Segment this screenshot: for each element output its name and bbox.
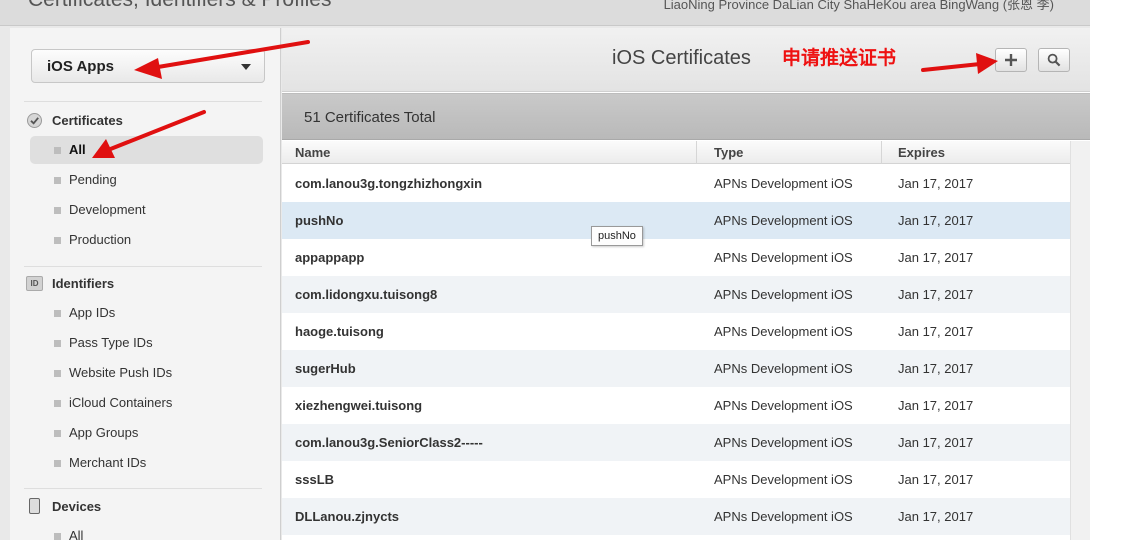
- sidebar-item-label: iCloud Containers: [69, 395, 173, 410]
- table-row[interactable]: com.lanou3g.SeniorClass2----- APNs Develo…: [282, 424, 1070, 461]
- cell-type: APNs Development iOS: [714, 509, 853, 524]
- top-header: Certificates, Identifiers & Profiles Lia…: [0, 0, 1090, 26]
- id-badge-icon: ID: [26, 275, 43, 291]
- cell-expires: Jan 17, 2017: [898, 509, 974, 524]
- cell-expires: Jan 17, 2017: [898, 250, 974, 265]
- main-panel: iOS Certificates 申请推送证书 51 Certificates …: [282, 28, 1090, 540]
- table-row[interactable]: com.lanou3g.tongzhizhongxin APNs Developm…: [282, 165, 1070, 202]
- sidebar-item-certificates-all[interactable]: All: [30, 136, 263, 164]
- cell-expires: Jan 17, 2017: [898, 213, 974, 228]
- search-button[interactable]: [1038, 48, 1070, 72]
- total-bar: 51 Certificates Total: [282, 93, 1090, 140]
- column-header-name[interactable]: Name: [295, 145, 330, 160]
- sidebar-item-devices-all[interactable]: All: [30, 522, 263, 540]
- table-row[interactable]: haoge.tuisong APNs Development iOS Jan 17,…: [282, 313, 1070, 350]
- cell-type: APNs Development iOS: [714, 176, 853, 191]
- search-icon: [1047, 53, 1061, 67]
- cell-name: DLLanou.zjnycts: [295, 509, 400, 524]
- table-row[interactable]: com.lidongxu.tuisong8 APNs Development iO…: [282, 276, 1070, 313]
- sidebar-item-website-push-ids[interactable]: Website Push IDs: [30, 359, 263, 387]
- main-header: iOS Certificates 申请推送证书: [282, 28, 1090, 92]
- sidebar-item-label: Production: [69, 232, 132, 247]
- sidebar-item-label: Merchant IDs: [69, 455, 147, 470]
- table-row[interactable]: appappapp APNs Development iOS Jan 17, 201…: [282, 239, 1070, 276]
- sidebar-item-app-ids[interactable]: App IDs: [30, 299, 263, 327]
- cell-type: APNs Development iOS: [714, 435, 853, 450]
- cell-type: APNs Development iOS: [714, 213, 853, 228]
- chevron-down-icon: [241, 64, 251, 70]
- certificates-total: 51 Certificates Total: [304, 109, 436, 126]
- sidebar-item-icloud-containers[interactable]: iCloud Containers: [30, 389, 263, 417]
- table-row[interactable]: DLLanou.zjnycts APNs Development iOS Jan 1…: [282, 498, 1070, 535]
- cell-expires: Jan 17, 2017: [898, 324, 974, 339]
- platform-select[interactable]: iOS Apps: [31, 49, 265, 83]
- cell-type: APNs Development iOS: [714, 472, 853, 487]
- table-header: Name Type Expires: [282, 141, 1070, 164]
- cell-type: APNs Development iOS: [714, 361, 853, 376]
- sidebar-divider: [24, 101, 262, 102]
- sidebar-item-label: Website Push IDs: [69, 365, 173, 380]
- section-devices: Devices: [26, 496, 101, 516]
- sidebar-item-label: All: [69, 528, 84, 540]
- section-certificates: Certificates: [26, 110, 123, 130]
- row-tooltip: pushNo: [591, 226, 643, 246]
- cell-type: APNs Development iOS: [714, 287, 853, 302]
- sidebar-item-pass-type-ids[interactable]: Pass Type IDs: [30, 329, 263, 357]
- cell-name: com.lidongxu.tuisong8: [295, 287, 438, 302]
- app-title: Certificates, Identifiers & Profiles: [28, 0, 331, 12]
- cell-name: xiezhengwei.tuisong: [295, 398, 423, 413]
- table-row[interactable]: sssLB APNs Development iOS Jan 17, 2017: [282, 461, 1070, 498]
- cell-expires: Jan 17, 2017: [898, 361, 974, 376]
- sidebar-item-label: All: [69, 142, 86, 157]
- cell-type: APNs Development iOS: [714, 398, 853, 413]
- table-row[interactable]: xiezhengwei.tuisong APNs Development iOS J…: [282, 387, 1070, 424]
- platform-select-label: iOS Apps: [47, 58, 114, 75]
- page-title: iOS Certificates: [612, 47, 751, 69]
- sidebar-item-label: Development: [69, 202, 146, 217]
- cell-type: APNs Development iOS: [714, 250, 853, 265]
- cell-type: APNs Development iOS: [714, 324, 853, 339]
- sidebar-item-production[interactable]: Production: [30, 226, 263, 254]
- sidebar-item-merchant-ids[interactable]: Merchant IDs: [30, 449, 263, 477]
- cell-name: com.lanou3g.tongzhizhongxin: [295, 176, 483, 191]
- device-icon: [29, 498, 40, 514]
- certificate-icon: [26, 112, 43, 129]
- account-menu[interactable]: LiaoNing Province DaLian City ShaHeKou a…: [664, 0, 1054, 13]
- sidebar-divider: [24, 488, 262, 489]
- cell-name: appappapp: [295, 250, 365, 265]
- sidebar-item-pending[interactable]: Pending: [30, 166, 263, 194]
- table-row[interactable]: sugerHub APNs Development iOS Jan 17, 2017: [282, 350, 1070, 387]
- section-identifiers: ID Identifiers: [26, 273, 114, 293]
- column-header-type[interactable]: Type: [714, 145, 743, 160]
- cell-name: sssLB: [295, 472, 335, 487]
- sidebar: iOS Apps Certificates All Pending Develo…: [10, 28, 281, 540]
- sidebar-item-label: App Groups: [69, 425, 139, 440]
- plus-icon: [1005, 54, 1017, 66]
- sidebar-item-label: Pending: [69, 172, 117, 187]
- sidebar-item-label: App IDs: [69, 305, 116, 320]
- cell-name: pushNo: [295, 213, 344, 228]
- cell-expires: Jan 17, 2017: [898, 287, 974, 302]
- cell-name: haoge.tuisong: [295, 324, 384, 339]
- sidebar-divider: [24, 266, 262, 267]
- cell-expires: Jan 17, 2017: [898, 472, 974, 487]
- add-certificate-button[interactable]: [995, 48, 1027, 72]
- cell-expires: Jan 17, 2017: [898, 398, 974, 413]
- cell-name: com.lanou3g.SeniorClass2-----: [295, 435, 483, 450]
- cell-expires: Jan 17, 2017: [898, 435, 974, 450]
- table-row[interactable]: pushNo APNs Development iOS Jan 17, 2017: [282, 202, 1070, 239]
- sidebar-item-app-groups[interactable]: App Groups: [30, 419, 263, 447]
- table-scrollbar[interactable]: [1070, 141, 1090, 540]
- cell-expires: Jan 17, 2017: [898, 176, 974, 191]
- sidebar-item-label: Pass Type IDs: [69, 335, 153, 350]
- right-gutter: [1090, 0, 1130, 540]
- annotation-label: 申请推送证书: [782, 48, 897, 69]
- sidebar-item-development[interactable]: Development: [30, 196, 263, 224]
- cell-name: sugerHub: [295, 361, 356, 376]
- column-header-expires[interactable]: Expires: [898, 145, 945, 160]
